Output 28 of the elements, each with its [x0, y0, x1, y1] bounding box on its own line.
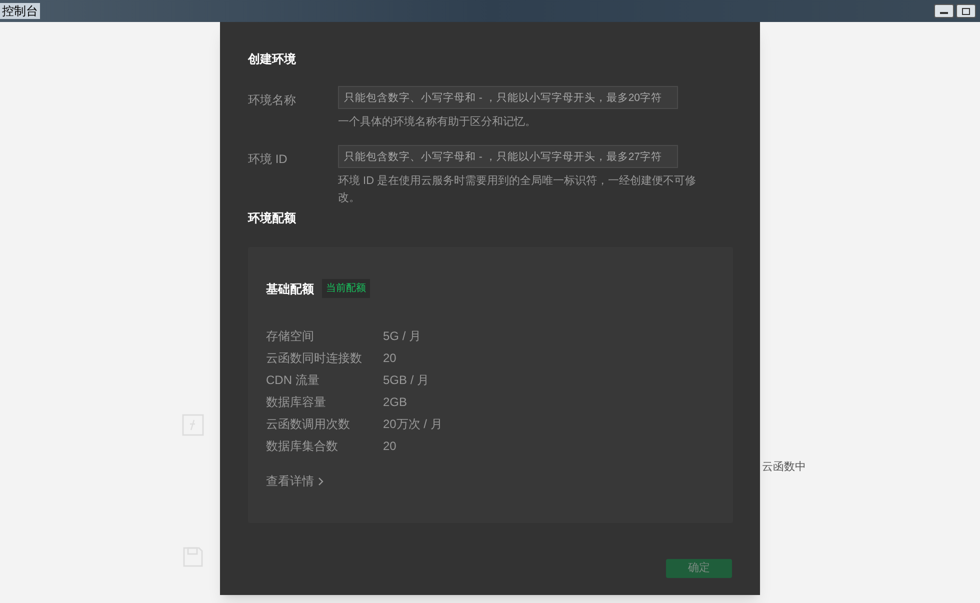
quota-name: 云函数调用次数: [266, 416, 351, 432]
quota-name: CDN 流量: [266, 372, 320, 388]
minimize-button[interactable]: [934, 4, 954, 18]
quota-value: 5G / 月: [383, 328, 422, 344]
quota-value: 20: [383, 350, 396, 366]
field-hint: 一个具体的环境名称有助于区分和记忆。: [338, 114, 537, 130]
field-label: 环境 ID: [248, 151, 288, 168]
input-field[interactable]: 只能包含数字、小写字母和 - ，只能以小写字母开头，最多20字符: [338, 86, 678, 109]
field-hint: 环境 ID 是在使用云服务时需要用到的全局唯一标识符，一经创建便不可修改。: [338, 174, 698, 206]
card-title: 基础配额: [266, 280, 314, 298]
quota-value: 20万次 / 月: [383, 416, 442, 432]
quota-value: 5GB / 月: [383, 372, 430, 388]
field-label: 环境名称: [248, 92, 297, 109]
quota-name: 数据库集合数: [266, 438, 339, 454]
quota-name: 存储空间: [266, 328, 315, 344]
window-title: 控制台: [0, 3, 40, 19]
dialog-title: 创建环境: [248, 51, 297, 68]
details-link[interactable]: 查看详情: [266, 472, 324, 490]
current-badge: 当前配额: [322, 279, 370, 298]
quota-name: 数据库容量: [266, 394, 327, 410]
quota-value: 20: [383, 438, 396, 454]
maximize-button[interactable]: [956, 4, 976, 18]
input-field[interactable]: 只能包含数字、小写字母和 - ，只能以小写字母开头，最多27字符: [338, 145, 678, 168]
quota-value: 2GB: [383, 394, 408, 410]
background-text: 云函数中: [762, 461, 806, 473]
quota-name: 云函数同时连接数: [266, 350, 363, 366]
section-heading: 环境配额: [248, 210, 297, 227]
chevron-right-icon: [318, 476, 324, 486]
